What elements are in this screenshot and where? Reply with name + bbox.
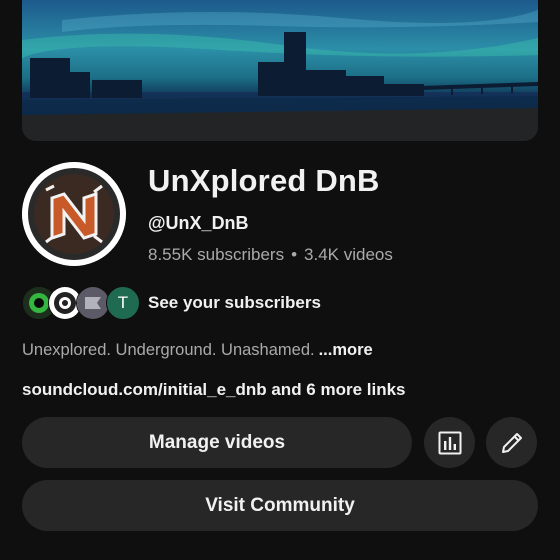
channel-logo-icon	[22, 162, 126, 266]
pencil-icon	[501, 432, 522, 453]
stats-separator: •	[291, 245, 298, 264]
manage-videos-button[interactable]: Manage videos	[22, 417, 412, 468]
channel-links[interactable]: soundcloud.com/initial_e_dnb and 6 more …	[22, 380, 406, 400]
manage-videos-label: Manage videos	[148, 431, 286, 453]
subscriber-avatar-4: T	[106, 286, 140, 320]
edit-channel-button[interactable]	[486, 417, 537, 468]
subscriber-avatars[interactable]: T	[22, 286, 140, 320]
description-text: Unexplored. Underground. Unashamed.	[22, 341, 315, 359]
see-subscribers-link[interactable]: See your subscribers	[148, 293, 321, 313]
channel-description[interactable]: Unexplored. Underground. Unashamed. ...mo…	[22, 341, 373, 360]
channel-banner	[22, 0, 538, 141]
subscriber-avatar-3	[76, 286, 110, 320]
channel-avatar[interactable]	[22, 162, 126, 266]
channel-name: UnXplored DnB	[148, 163, 380, 198]
analytics-button[interactable]	[424, 417, 475, 468]
subscriber-count: 8.55K subscribers	[148, 245, 285, 264]
visit-community-button[interactable]: Visit Community	[22, 480, 538, 531]
visit-community-label: Visit Community	[205, 494, 355, 516]
more-link[interactable]: ...more	[319, 341, 373, 359]
channel-handle: @UnX_DnB	[148, 213, 249, 233]
video-count: 3.4K videos	[304, 245, 393, 264]
channel-stats: 8.55K subscribers • 3.4K videos	[148, 245, 393, 265]
bar-chart-icon	[438, 431, 461, 454]
banner-image	[22, 0, 538, 141]
